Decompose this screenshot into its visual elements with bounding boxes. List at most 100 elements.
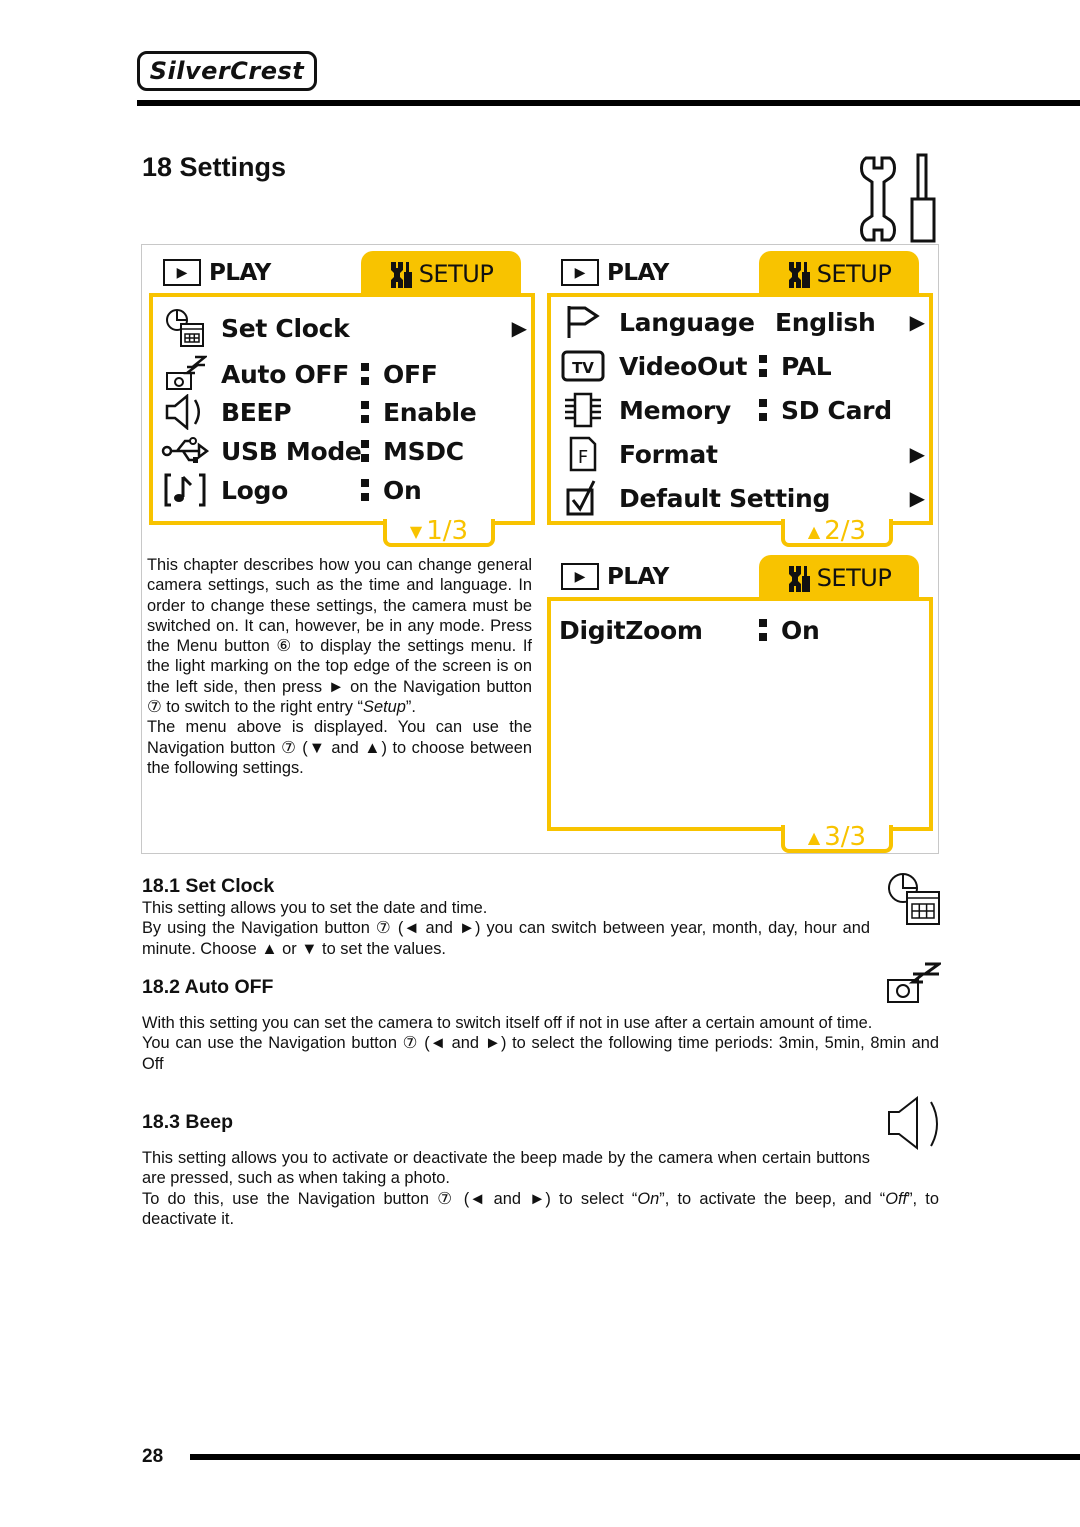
paragraph: This setting allows you to activate or d…: [142, 1149, 870, 1188]
row-label: USB Mode: [221, 436, 362, 466]
intro-emphasis: Setup: [363, 698, 406, 717]
triangle-down-icon: ▼: [409, 521, 423, 541]
row-value: English: [775, 307, 876, 337]
menu-row-logo[interactable]: Logo On: [153, 471, 533, 509]
tab-play[interactable]: ▶ PLAY: [561, 259, 669, 286]
page-number: 28: [142, 1446, 164, 1467]
tab-play[interactable]: ▶ PLAY: [163, 259, 271, 286]
format-icon: F: [559, 435, 607, 473]
page-indicator: ▲ 2/3: [781, 516, 893, 547]
svg-text:F: F: [578, 447, 588, 468]
row-label: Default Setting: [619, 483, 831, 513]
chapter-title: 18 Settings: [142, 152, 287, 182]
tab-play[interactable]: ▶ PLAY: [561, 563, 669, 590]
row-value: Enable: [383, 397, 477, 427]
value-separator: [759, 617, 767, 643]
intro-paragraph-1-end: ”.: [405, 698, 416, 717]
paragraph: To do this, use the Navigation button ⑦ …: [142, 1190, 638, 1208]
row-value: On: [781, 615, 820, 645]
tab-play-label: PLAY: [607, 563, 669, 590]
page-indicator: ▲ 3/3: [781, 822, 893, 853]
row-label: Memory: [619, 395, 731, 425]
tab-setup[interactable]: SETUP: [759, 251, 919, 297]
section-text-set-clock: This setting allows you to set the date …: [142, 898, 870, 959]
menu-frame: Set Clock ▶ Auto OFF OFF BEEP Enable USB…: [149, 293, 535, 547]
intro-text: This chapter describes how you can chang…: [147, 555, 532, 778]
value-separator: [759, 397, 767, 423]
speaker-icon: [161, 393, 209, 431]
menu-row-usb-mode[interactable]: USB Mode MSDC: [153, 432, 533, 470]
paragraph: This setting allows you to set the date …: [142, 899, 488, 917]
speaker-icon: [888, 1096, 938, 1151]
camera-sleep-icon: [161, 355, 209, 393]
menu-row-videoout[interactable]: TV VideoOut PAL: [551, 347, 931, 385]
intro-paragraph-2: The menu above is displayed. You can use…: [147, 718, 532, 777]
tv-icon: TV: [559, 347, 607, 385]
menu-row-language[interactable]: Language English ▶: [551, 303, 931, 341]
menu-row-format[interactable]: F Format ▶: [551, 435, 931, 473]
triangle-up-icon: ▲: [807, 521, 821, 541]
menu-row-set-clock[interactable]: Set Clock ▶: [153, 309, 533, 347]
paragraph: With this setting you can set the camera…: [142, 1014, 873, 1032]
clock-calendar-icon: [888, 873, 940, 925]
menu-frame: Language English ▶ TV VideoOut PAL Memor…: [547, 293, 933, 547]
menu-frame: DigitZoom On ▲ 3/3: [547, 597, 933, 853]
row-label: DigitZoom: [559, 615, 703, 645]
value-separator: [759, 353, 767, 379]
row-value: OFF: [383, 359, 438, 389]
chevron-right-icon: ▶: [909, 486, 925, 510]
row-value: SD Card: [781, 395, 892, 425]
row-label: Logo: [221, 475, 288, 505]
setup-menu-screen-2: ▶ PLAY SETUP Language English ▶ TV Video…: [541, 245, 933, 547]
tools-icon: [390, 262, 412, 288]
menu-row-digitzoom[interactable]: DigitZoom On: [551, 611, 931, 649]
brand-logo: SilverCrest: [137, 51, 317, 91]
chevron-right-icon: ▶: [909, 310, 925, 334]
value-separator: [361, 361, 369, 387]
emphasis-on: On: [637, 1190, 660, 1208]
row-label: VideoOut: [619, 351, 748, 381]
tab-setup[interactable]: SETUP: [361, 251, 521, 297]
value-separator: [361, 477, 369, 503]
clock-calendar-icon: [161, 309, 209, 347]
play-icon: ▶: [163, 259, 201, 286]
flag-icon: [559, 303, 607, 341]
row-label: Format: [619, 439, 718, 469]
menu-row-beep[interactable]: BEEP Enable: [153, 393, 533, 431]
checkbox-icon: [559, 479, 607, 517]
row-value: MSDC: [383, 436, 464, 466]
tab-setup[interactable]: SETUP: [759, 555, 919, 601]
tab-play-label: PLAY: [209, 259, 271, 286]
tab-play-label: PLAY: [607, 259, 669, 286]
row-label: Auto OFF: [221, 359, 349, 389]
menu-row-auto-off[interactable]: Auto OFF OFF: [153, 355, 533, 393]
play-icon: ▶: [561, 563, 599, 590]
row-label: BEEP: [221, 397, 292, 427]
setup-menu-screen-3: ▶ PLAY SETUP DigitZoom On ▲ 3/3: [541, 549, 933, 853]
intro-paragraph-1: This chapter describes how you can chang…: [147, 556, 532, 717]
tools-icon: [788, 262, 810, 288]
section-title-auto-off: 18.2 Auto OFF: [142, 976, 274, 998]
svg-text:TV: TV: [572, 359, 594, 377]
tab-setup-label: SETUP: [816, 260, 892, 288]
row-value: PAL: [781, 351, 832, 381]
memory-chip-icon: [559, 391, 607, 429]
menu-row-memory[interactable]: Memory SD Card: [551, 391, 931, 429]
section-title-beep: 18.3 Beep: [142, 1111, 234, 1133]
header-rule: [137, 100, 1080, 106]
page-indicator-text: 2/3: [824, 516, 867, 546]
section-text-auto-off: With this setting you can set the camera…: [142, 1013, 939, 1074]
row-label: Set Clock: [221, 313, 350, 343]
chevron-right-icon: ▶: [909, 442, 925, 466]
value-separator: [361, 399, 369, 425]
footer-rule: [190, 1454, 1080, 1460]
value-separator: [361, 438, 369, 464]
setup-menu-screen-1: ▶ PLAY SETUP Set Clock ▶ Auto OFF OFF BE…: [143, 245, 535, 547]
triangle-up-icon: ▲: [807, 827, 821, 847]
tab-setup-label: SETUP: [816, 564, 892, 592]
section-text-beep-2: To do this, use the Navigation button ⑦ …: [142, 1189, 939, 1230]
section-text-beep-1: This setting allows you to activate or d…: [142, 1148, 870, 1189]
paragraph: ”, to activate the beep, and “: [659, 1190, 886, 1208]
camera-sleep-icon: [887, 962, 941, 1003]
menu-row-default-setting[interactable]: Default Setting ▶: [551, 479, 931, 517]
